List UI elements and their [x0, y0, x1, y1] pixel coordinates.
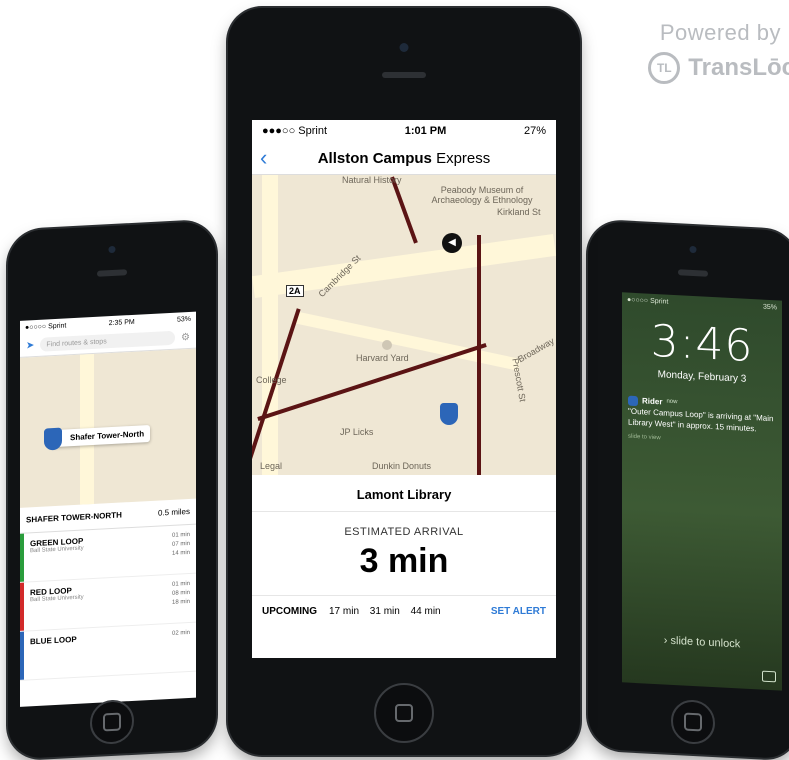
- map[interactable]: Shafer Tower-North: [20, 348, 196, 508]
- notification[interactable]: Rider now "Outer Campus Loop" is arrivin…: [628, 395, 776, 451]
- transloc-logo-icon: TL: [648, 52, 681, 84]
- stop-callout[interactable]: Shafer Tower-North: [44, 425, 151, 451]
- right-phone: ●○○○○ Sprint 35% 3:46 Monday, February 3…: [588, 220, 789, 760]
- brand-name: TransLōc: [688, 54, 789, 81]
- left-screen: ●○○○○ Sprint 2:35 PM 53% ➤ Find routes &…: [20, 311, 196, 707]
- street: [262, 175, 278, 475]
- eta-value: 3 min: [359, 542, 449, 580]
- stop-pin-icon[interactable]: [440, 403, 458, 425]
- status-bar: ●●●○○ Sprint 1:01 PM 27%: [262, 125, 546, 137]
- estimated-arrival-label: ESTIMATED ARRIVAL: [344, 526, 464, 538]
- upcoming-time: 31 min: [369, 605, 400, 617]
- camera: [689, 245, 697, 254]
- left-phone: ●○○○○ Sprint 2:35 PM 53% ➤ Find routes &…: [8, 220, 216, 760]
- home-button[interactable]: [671, 698, 715, 746]
- home-button[interactable]: [374, 683, 434, 743]
- powered-by-text: Powered by: [659, 20, 781, 45]
- status-bar: ●○○○○ Sprint 35%: [627, 296, 777, 311]
- map[interactable]: ◀ Natural History Peabody Museum of Arch…: [252, 175, 556, 475]
- route-line: [390, 176, 418, 244]
- camera: [108, 245, 116, 254]
- stop-name: Lamont Library: [252, 475, 556, 512]
- home-button[interactable]: [90, 698, 134, 746]
- search-input[interactable]: Find routes & stops: [40, 330, 176, 352]
- speaker: [382, 72, 426, 78]
- route-row[interactable]: BLUE LOOP 02 min: [20, 622, 196, 681]
- bus-marker-icon[interactable]: ◀: [442, 233, 462, 253]
- nav-bar: ‹ Allston Campus Express: [252, 142, 556, 175]
- rider-app-icon: [628, 395, 638, 406]
- route-title: Allston Campus Express: [317, 149, 491, 167]
- arrival-card: Lamont Library ESTIMATED ARRIVAL 3 min U…: [252, 475, 556, 626]
- landmark-icon: [382, 340, 392, 350]
- center-phone: ●●●○○ Sprint 1:01 PM 27% ‹ Allston Campu…: [228, 8, 580, 755]
- center-screen: ●●●○○ Sprint 1:01 PM 27% ‹ Allston Campu…: [252, 120, 556, 658]
- camera: [399, 43, 409, 52]
- set-alert-button[interactable]: SET ALERT: [491, 606, 546, 617]
- camera-icon[interactable]: [762, 670, 776, 683]
- upcoming-time: 44 min: [410, 605, 441, 617]
- stop-pin-icon: [44, 427, 62, 451]
- lock-screen: ●○○○○ Sprint 35% 3:46 Monday, February 3…: [622, 292, 782, 691]
- branding: Powered by TL TransLōc: [589, 20, 789, 84]
- lock-clock: 3:46: [650, 315, 754, 373]
- speaker: [678, 269, 708, 277]
- back-chevron-icon[interactable]: ‹: [260, 145, 267, 171]
- route-line: [477, 235, 481, 475]
- upcoming-time: 17 min: [329, 605, 360, 617]
- upcoming-bar: UPCOMING 17 min 31 min 44 min SET ALERT: [252, 595, 556, 626]
- slide-to-view[interactable]: slide to view: [628, 432, 776, 451]
- speaker: [97, 269, 127, 277]
- gear-icon[interactable]: ⚙: [181, 331, 190, 342]
- slide-to-unlock[interactable]: › slide to unlock: [622, 632, 782, 652]
- location-arrow-icon[interactable]: ➤: [26, 340, 34, 351]
